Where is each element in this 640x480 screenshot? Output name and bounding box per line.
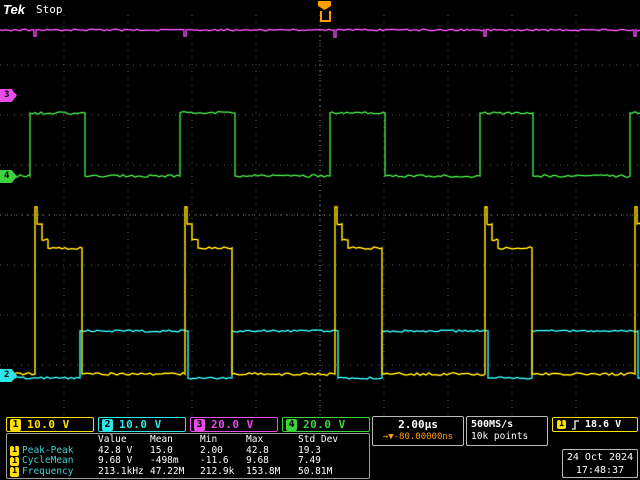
meas-stddev: 50.81M [298, 465, 333, 477]
acquisition-status: Stop [36, 3, 63, 16]
acquisition-readout[interactable]: 500MS/s 10k points [466, 416, 548, 446]
graticule-and-waveforms [0, 15, 640, 415]
trigger-source-badge: 1 [557, 418, 566, 430]
meas-mean: -498m [150, 455, 179, 466]
ch2-marker-label: 2 [4, 370, 10, 380]
time-value: 17:48:37 [575, 465, 625, 476]
ch1-scale-value: 10.0 V [27, 418, 70, 431]
ch3-badge: 3 [194, 418, 205, 431]
tek-logo: Tek [3, 2, 25, 17]
rising-edge-icon [572, 419, 579, 430]
ch3-scale-value: 20.0 V [211, 418, 254, 431]
meas-min: 212.9k [200, 465, 235, 477]
oscilloscope-screen: Tek Stop 3 4 2 1 10.0 V 2 10.0 V 3 20.0 … [0, 0, 640, 480]
ch1-badge: 1 [10, 418, 21, 431]
ch3-scale-readout[interactable]: 3 20.0 V [190, 417, 278, 432]
meas-stddev: 7.49 [298, 455, 321, 466]
col-header-min: Min [200, 434, 218, 445]
measurement-row-cyclemean: 1 CycleMean 9.68 V -498m -11.6 9.68 7.49 [10, 455, 366, 467]
meas-max: 153.8M [246, 465, 281, 477]
trigger-position-readout: →▼-80.00000ns [373, 432, 463, 443]
col-header-max: Max [246, 434, 264, 445]
meas-value: 9.68 V [98, 455, 133, 466]
trigger-readout[interactable]: 1 18.6 V [552, 417, 638, 432]
measurement-table[interactable]: Value Mean Min Max Std Dev 1 Peak-Peak 4… [6, 433, 370, 479]
meas-mean: 47.22M [150, 465, 185, 477]
meas-name: CycleMean [22, 455, 74, 466]
ch2-badge: 2 [102, 418, 113, 431]
date-value: 24 Oct 2024 [566, 452, 634, 463]
meas-ch-badge: 1 [10, 455, 19, 466]
ch1-scale-readout[interactable]: 1 10.0 V [6, 417, 94, 432]
measurement-header-row: Value Mean Min Max Std Dev [10, 434, 366, 446]
trigger-level-value: 18.6 V [585, 419, 622, 430]
meas-ch-badge: 1 [10, 445, 19, 456]
datetime-readout: 24 Oct 2024 17:48:37 [562, 449, 638, 478]
ch4-scale-readout[interactable]: 4 20.0 V [282, 417, 370, 432]
measurement-row-frequency: 1 Frequency 213.1kHz 47.22M 212.9k 153.8… [10, 465, 366, 478]
meas-min: -11.6 [200, 455, 229, 466]
ch4-scale-value: 20.0 V [303, 418, 346, 431]
ch2-scale-readout[interactable]: 2 10.0 V [98, 417, 186, 432]
trigger-position-value: -80.00000ns [393, 432, 454, 442]
meas-name: Frequency [22, 465, 74, 477]
sample-rate: 500MS/s [471, 419, 514, 430]
trigger-source-indicator [320, 11, 331, 22]
record-length: 10k points [471, 431, 529, 442]
col-header-stddev: Std Dev [298, 434, 339, 445]
meas-max: 9.68 [246, 455, 269, 466]
ch3-marker-label: 3 [4, 90, 10, 100]
ch2-scale-value: 10.0 V [119, 418, 162, 431]
timebase-scale: 2.00μs [398, 418, 438, 431]
meas-ch-badge: 1 [10, 466, 19, 477]
timebase-readout[interactable]: 2.00μs →▼-80.00000ns [372, 416, 464, 446]
col-header-mean: Mean [150, 434, 173, 445]
col-header-value: Value [98, 434, 127, 445]
ch4-badge: 4 [286, 418, 297, 431]
meas-value: 213.1kHz [98, 465, 144, 477]
ch4-marker-label: 4 [4, 171, 10, 181]
